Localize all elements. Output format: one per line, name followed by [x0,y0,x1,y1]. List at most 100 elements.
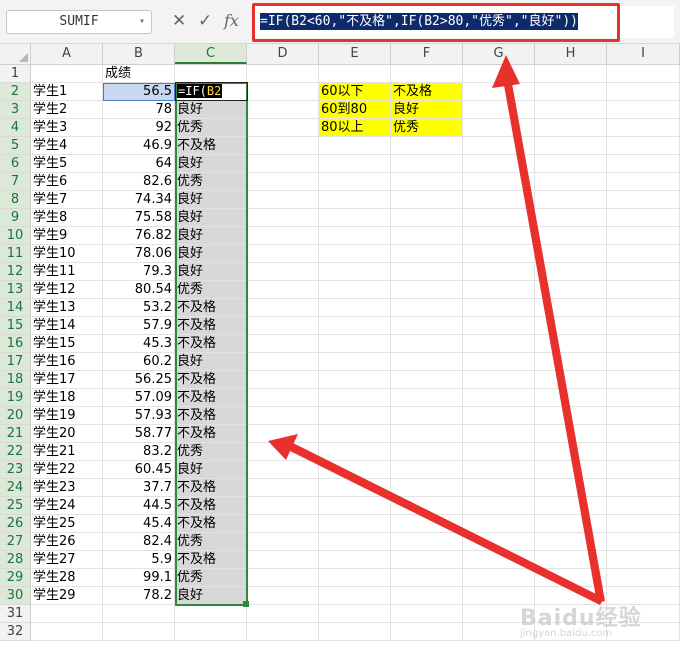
cell-a23[interactable]: 学生22 [31,461,103,479]
cell-f16[interactable] [391,335,463,353]
cell-d23[interactable] [247,461,319,479]
cell-d18[interactable] [247,371,319,389]
cell-a14[interactable]: 学生13 [31,299,103,317]
cell-e7[interactable] [319,173,391,191]
cell-g24[interactable] [463,479,535,497]
cell-d17[interactable] [247,353,319,371]
cell-g1[interactable] [463,65,535,83]
cell-g11[interactable] [463,245,535,263]
select-all-corner[interactable] [0,44,31,64]
cell-f11[interactable] [391,245,463,263]
cell-a32[interactable] [31,623,103,641]
cell-e5[interactable] [319,137,391,155]
cell-b23[interactable]: 60.45 [103,461,175,479]
row-header[interactable]: 22 [0,443,31,461]
cell-a28[interactable]: 学生27 [31,551,103,569]
cell-c23[interactable]: 良好 [175,461,247,479]
cell-d31[interactable] [247,605,319,623]
cell-g17[interactable] [463,353,535,371]
cell-e22[interactable] [319,443,391,461]
cell-c17[interactable]: 良好 [175,353,247,371]
cell-f10[interactable] [391,227,463,245]
cell-a18[interactable]: 学生17 [31,371,103,389]
cell-c16[interactable]: 不及格 [175,335,247,353]
check-icon[interactable]: ✓ [198,11,212,31]
cell-b14[interactable]: 53.2 [103,299,175,317]
cell-h20[interactable] [535,407,607,425]
cell-i6[interactable] [607,155,680,173]
cell-d20[interactable] [247,407,319,425]
cell-e16[interactable] [319,335,391,353]
cell-b8[interactable]: 74.34 [103,191,175,209]
cell-e25[interactable] [319,497,391,515]
cell-f4[interactable]: 优秀 [391,119,463,137]
cell-g25[interactable] [463,497,535,515]
cell-g23[interactable] [463,461,535,479]
cell-f17[interactable] [391,353,463,371]
cell-f2[interactable]: 不及格 [391,83,463,101]
cell-c28[interactable]: 不及格 [175,551,247,569]
cell-g26[interactable] [463,515,535,533]
cell-c13[interactable]: 优秀 [175,281,247,299]
cell-e23[interactable] [319,461,391,479]
cell-a3[interactable]: 学生2 [31,101,103,119]
cell-d4[interactable] [247,119,319,137]
cell-e17[interactable] [319,353,391,371]
cell-e8[interactable] [319,191,391,209]
cell-h22[interactable] [535,443,607,461]
cell-h6[interactable] [535,155,607,173]
cell-g5[interactable] [463,137,535,155]
cell-c19[interactable]: 不及格 [175,389,247,407]
cell-e15[interactable] [319,317,391,335]
cell-c14[interactable]: 不及格 [175,299,247,317]
cell-f7[interactable] [391,173,463,191]
cell-c3[interactable]: 良好 [175,101,247,119]
cell-g7[interactable] [463,173,535,191]
cell-e3[interactable]: 60到80 [319,101,391,119]
cell-i16[interactable] [607,335,680,353]
cell-i20[interactable] [607,407,680,425]
row-header[interactable]: 12 [0,263,31,281]
cell-a19[interactable]: 学生18 [31,389,103,407]
cell-b6[interactable]: 64 [103,155,175,173]
cell-a27[interactable]: 学生26 [31,533,103,551]
row-header[interactable]: 23 [0,461,31,479]
cell-d13[interactable] [247,281,319,299]
cell-a29[interactable]: 学生28 [31,569,103,587]
cell-i15[interactable] [607,317,680,335]
cell-h24[interactable] [535,479,607,497]
cell-e32[interactable] [319,623,391,641]
cell-f25[interactable] [391,497,463,515]
cell-e1[interactable] [319,65,391,83]
cell-d10[interactable] [247,227,319,245]
cell-c8[interactable]: 良好 [175,191,247,209]
cell-d5[interactable] [247,137,319,155]
cell-h5[interactable] [535,137,607,155]
cell-c21[interactable]: 不及格 [175,425,247,443]
cell-b26[interactable]: 45.4 [103,515,175,533]
cell-g6[interactable] [463,155,535,173]
cell-b11[interactable]: 78.06 [103,245,175,263]
fill-handle[interactable] [243,601,249,607]
cell-e18[interactable] [319,371,391,389]
cell-e30[interactable] [319,587,391,605]
cell-i26[interactable] [607,515,680,533]
column-header-g[interactable]: G [463,44,535,64]
cell-c22[interactable]: 优秀 [175,443,247,461]
cell-c9[interactable]: 良好 [175,209,247,227]
cell-h17[interactable] [535,353,607,371]
cell-i21[interactable] [607,425,680,443]
cell-d16[interactable] [247,335,319,353]
cell-b10[interactable]: 76.82 [103,227,175,245]
row-header[interactable]: 6 [0,155,31,173]
cell-i24[interactable] [607,479,680,497]
cell-d3[interactable] [247,101,319,119]
cell-h13[interactable] [535,281,607,299]
cell-e2[interactable]: 60以下 [319,83,391,101]
cell-d28[interactable] [247,551,319,569]
cell-i5[interactable] [607,137,680,155]
cell-g27[interactable] [463,533,535,551]
column-header-f[interactable]: F [391,44,463,64]
cell-c2[interactable]: =IF(B2 [175,83,247,101]
cell-i10[interactable] [607,227,680,245]
